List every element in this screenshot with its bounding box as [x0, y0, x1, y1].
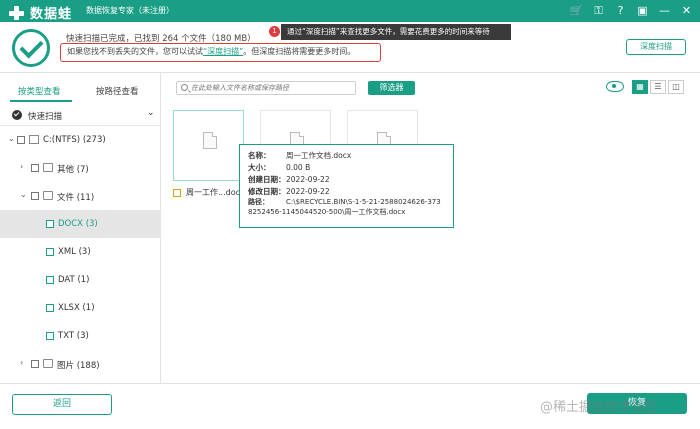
sidebar: 按类型查看 按路径查看 快速扫描 ⌄ ⌄ C:(NTFS) (273) › 其他… [0, 73, 161, 383]
tree-label: XLSX (1) [58, 303, 95, 313]
tree-item-xlsx[interactable]: XLSX (1) [0, 294, 161, 322]
tree-item-files[interactable]: ⌄ 文件 (11) [0, 182, 161, 210]
hint-suffix: 。但深度扫描将需要更多时间。 [243, 47, 356, 56]
chevron-down-icon[interactable]: ⌄ [147, 108, 155, 118]
app-logo: 数据蛙 [8, 3, 72, 22]
tree-item-other[interactable]: › 其他 (7) [0, 154, 161, 182]
xlsx-checkbox[interactable] [46, 304, 54, 312]
sidebar-tabs: 按类型查看 按路径查看 [0, 73, 161, 103]
tree-item-images[interactable]: › 图片 (188) [0, 350, 161, 378]
chevron-right-icon[interactable]: › [20, 358, 23, 367]
xml-checkbox[interactable] [46, 248, 54, 256]
check-dot-icon [12, 110, 22, 120]
quick-scan-label: 快速扫描 [28, 112, 63, 122]
close-icon[interactable]: ✕ [679, 3, 694, 18]
cross-logo-icon [8, 5, 25, 21]
chevron-down-icon[interactable]: ⌄ [20, 190, 27, 199]
name-label: 名称： [248, 151, 271, 160]
minimize-icon[interactable]: — [657, 3, 672, 18]
tree-label: TXT (3) [58, 331, 89, 341]
detail-view-icon[interactable]: ◫ [668, 80, 684, 94]
image-icon [43, 359, 53, 368]
chevron-right-icon[interactable]: › [20, 162, 23, 171]
file-name-row[interactable]: 周一工作...docx [173, 187, 245, 198]
folder-icon [43, 163, 53, 172]
drive-checkbox[interactable] [17, 136, 25, 144]
filter-button[interactable]: 筛选器 [368, 81, 415, 95]
grid-view-icon[interactable]: ▦ [632, 80, 648, 94]
file-name: 周一工作...docx [186, 188, 245, 197]
document-icon [43, 191, 53, 200]
search-box[interactable] [176, 81, 356, 95]
other-checkbox[interactable] [31, 164, 39, 172]
images-checkbox[interactable] [31, 360, 39, 368]
tree-label: C:(NTFS) (273) [43, 135, 106, 145]
app-name: 数据蛙 [30, 7, 73, 22]
txt-checkbox[interactable] [46, 332, 54, 340]
tree-label: DAT (1) [58, 275, 90, 285]
tree-label: XML (3) [58, 247, 91, 257]
watermark: @稀土掘金技术社区 [540, 400, 658, 415]
tree-label: 文件 (11) [57, 193, 95, 203]
dat-checkbox[interactable] [46, 276, 54, 284]
tree-label: DOCX (3) [58, 219, 98, 229]
file-details-popup: 名称： 周一工作文档.docx 大小： 0.00 B 创建日期：2022-09-22… [239, 144, 454, 228]
tree-item-dat[interactable]: DAT (1) [0, 266, 161, 294]
cart-icon[interactable]: 🛒 [569, 3, 584, 18]
title-bar: 数据蛙 数据恢复专家（未注册） 🛒 ⚿ ? ▣ — ✕ [0, 0, 700, 22]
detail-size: 0.00 B [286, 163, 311, 172]
document-icon [203, 132, 217, 149]
help-icon[interactable]: ? [613, 3, 628, 18]
tree-item-drive-c[interactable]: ⌄ C:(NTFS) (273) [0, 126, 161, 154]
docx-checkbox[interactable] [46, 220, 54, 228]
hint-prefix: 如果您找不到丢失的文件，您可以试试 [67, 47, 203, 56]
deep-scan-hint: 如果您找不到丢失的文件，您可以试试“深度扫描”。但深度扫描将需要更多时间。 [60, 43, 381, 62]
save-icon[interactable]: ▣ [635, 3, 650, 18]
search-input[interactable] [191, 83, 351, 93]
file-toolbar: 筛选器 ▦ ☰ ◫ [162, 73, 700, 103]
created-label: 创建日期： [248, 175, 286, 184]
check-circle-icon [12, 29, 50, 67]
deep-scan-tooltip: 通过“深度扫描”来查找更多文件，需要花费更多的时间来等待 [281, 24, 511, 40]
search-icon [181, 84, 188, 91]
deep-scan-link[interactable]: “深度扫描” [203, 47, 243, 56]
list-view-icon[interactable]: ☰ [650, 80, 666, 94]
tree-item-xml[interactable]: XML (3) [0, 238, 161, 266]
file-card[interactable] [173, 110, 244, 181]
tree-item-docx[interactable]: DOCX (3) [0, 210, 161, 238]
modified-label: 修改日期： [248, 187, 286, 196]
deep-scan-button[interactable]: 深度扫描 [626, 39, 686, 55]
notification-badge: 1 [269, 26, 280, 37]
detail-name: 周一工作文档.docx [286, 151, 352, 160]
files-checkbox[interactable] [31, 192, 39, 200]
tree-label: 其他 (7) [57, 165, 89, 175]
back-button[interactable]: 返回 [12, 394, 112, 415]
detail-created: 2022-09-22 [286, 175, 330, 184]
eye-icon[interactable] [606, 81, 624, 92]
quick-scan-selector[interactable]: 快速扫描 ⌄ [0, 104, 161, 126]
size-label: 大小： [248, 163, 271, 172]
tree-item-txt[interactable]: TXT (3) [0, 322, 161, 350]
app-subtitle: 数据恢复专家（未注册） [86, 6, 174, 15]
file-checkbox[interactable] [173, 188, 181, 197]
active-tab-indicator [10, 100, 72, 102]
chevron-down-icon[interactable]: ⌄ [8, 134, 15, 143]
tab-by-path[interactable]: 按路径查看 [96, 85, 139, 97]
path-label: 路径： [248, 198, 269, 206]
detail-modified: 2022-09-22 [286, 187, 330, 196]
key-icon[interactable]: ⚿ [591, 3, 606, 18]
drive-icon [29, 135, 39, 144]
tree-label: 图片 (188) [57, 361, 100, 371]
tab-by-type[interactable]: 按类型查看 [18, 85, 61, 97]
